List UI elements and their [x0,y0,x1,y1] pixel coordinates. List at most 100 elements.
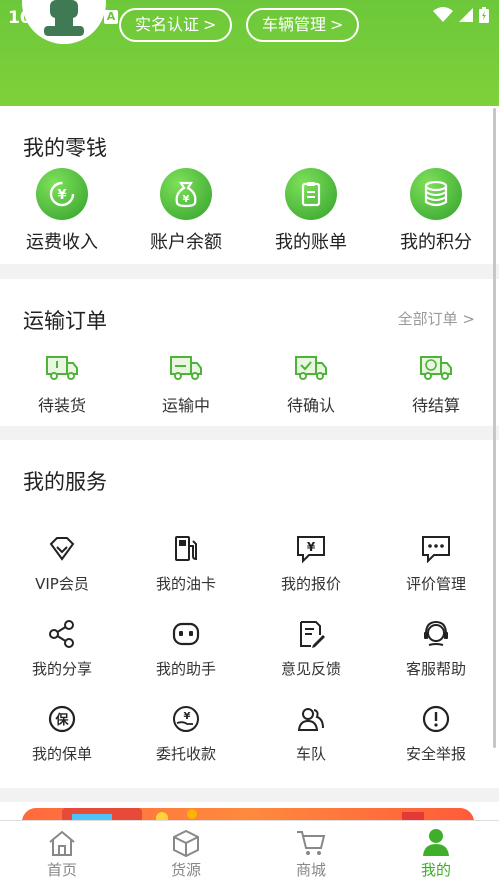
orders-card: 运输订单 全部订单 > 待装货 运输中 待确认 待结算 [0,279,499,426]
battery-icon [479,7,489,23]
service-label: 我的分享 [31,660,92,678]
headset-icon [416,617,456,651]
tab-label: 我的 [420,861,451,879]
service-label: 意见反馈 [280,660,341,678]
order-item-pending-confirm[interactable]: 待确认 [249,351,373,416]
services-title: 我的服务 [23,470,107,494]
svg-text:¥: ¥ [57,188,66,203]
order-item-label: 运输中 [161,396,210,415]
tab-cargo-source[interactable]: 货源 [124,821,248,887]
truck-moving-icon [166,351,206,385]
service-label: 委托收款 [155,745,216,763]
service-label: 我的助手 [155,660,216,678]
wallet-item-balance[interactable]: ¥ 账户余额 [124,168,248,254]
service-vip[interactable]: VIP会员 [0,532,124,594]
service-insurance[interactable]: 保 我的保单 [0,702,124,764]
service-entrusted-collection[interactable]: ¥ 委托收款 [124,702,248,764]
order-item-label: 待结算 [411,396,460,415]
profile-header: 10:5 A 实名认证 > 车辆管理 > [0,0,499,106]
service-fleet[interactable]: 车队 [249,702,373,764]
scrollbar[interactable] [493,108,496,748]
box-icon [124,821,248,857]
status-icons [433,7,489,23]
service-label: 评价管理 [405,575,466,593]
svg-text:¥: ¥ [184,711,191,722]
tab-mine[interactable]: 我的 [374,821,498,887]
service-label: 我的油卡 [155,575,216,593]
service-feedback[interactable]: 意见反馈 [249,617,373,679]
home-icon [0,821,124,857]
orders-title: 运输订单 [23,309,107,333]
svg-text:¥: ¥ [183,194,190,205]
user-icon [374,821,498,857]
cart-icon [249,821,373,857]
signal-icon [459,8,473,22]
order-item-label: 待装货 [37,396,86,415]
svg-text:保: 保 [54,712,69,728]
service-safety-report[interactable]: 安全举报 [374,702,498,764]
feedback-icon [291,617,331,651]
service-customer-help[interactable]: 客服帮助 [374,617,498,679]
service-label: 车队 [295,745,326,763]
truck-load-icon [42,351,82,385]
share-icon [42,617,82,651]
order-item-label: 待确认 [286,396,335,415]
chip-label: 实名认证 [135,15,200,34]
order-item-pending-load[interactable]: 待装货 [0,351,124,416]
chip-label: 车辆管理 [262,15,327,34]
promo-illustration-icon [62,808,424,820]
tab-label: 首页 [46,861,77,879]
insurance-icon: 保 [42,702,82,736]
wallet-item-bill[interactable]: 我的账单 [249,168,373,254]
service-quote[interactable]: ¥ 我的报价 [249,532,373,594]
wifi-icon [433,7,453,22]
service-fuel-card[interactable]: 我的油卡 [124,532,248,594]
order-item-pending-settle[interactable]: 待结算 [374,351,498,416]
assistant-icon [166,617,206,651]
diamond-icon [42,532,82,566]
service-label: 我的保单 [31,745,92,763]
tab-home[interactable]: 首页 [0,821,124,887]
service-label: 我的报价 [280,575,341,593]
truck-check-icon [291,351,331,385]
notification-a-icon: A [104,10,118,24]
promo-banner[interactable] [0,802,499,820]
wallet-card: 我的零钱 ¥ 运费收入 ¥ 账户余额 我的账单 我的积分 [0,106,499,264]
wallet-title: 我的零钱 [23,136,107,160]
wallet-item-label: 运费收入 [26,232,98,253]
wallet-item-label: 我的积分 [400,232,472,253]
alert-icon [416,702,456,736]
tab-label: 货源 [170,861,201,879]
service-label: 安全举报 [405,745,466,763]
wallet-item-label: 我的账单 [275,232,347,253]
coin-stack-icon [410,168,462,220]
hand-yuan-icon: ¥ [166,702,206,736]
all-orders-link[interactable]: 全部订单 > [398,308,475,329]
bottom-tab-bar: 首页 货源 商城 我的 [0,820,499,887]
team-icon [291,702,331,736]
status-time: 10:5 [8,8,51,28]
fuel-pump-icon [166,532,206,566]
wallet-item-freight-income[interactable]: ¥ 运费收入 [0,168,124,254]
service-label: VIP会员 [35,575,89,593]
promo-banner-image [22,808,474,820]
money-bag-icon: ¥ [160,168,212,220]
service-share[interactable]: 我的分享 [0,617,124,679]
chevron-right-icon: > [330,15,344,34]
price-chat-icon: ¥ [291,532,331,566]
real-name-auth-button[interactable]: 实名认证 > [119,8,233,42]
service-label: 客服帮助 [405,660,466,678]
services-card: 我的服务 VIP会员 我的油卡 ¥ 我的报价 评价管理 我的分享 我的助手 意见… [0,440,499,788]
chevron-right-icon: > [203,15,217,34]
service-assistant[interactable]: 我的助手 [124,617,248,679]
comment-icon [416,532,456,566]
svg-text:¥: ¥ [307,540,316,554]
wallet-item-points[interactable]: 我的积分 [374,168,498,254]
wallet-item-label: 账户余额 [150,232,222,253]
clipboard-icon [285,168,337,220]
tab-mall[interactable]: 商城 [249,821,373,887]
order-item-in-transit[interactable]: 运输中 [124,351,248,416]
vehicle-management-button[interactable]: 车辆管理 > [246,8,360,42]
service-review[interactable]: 评价管理 [374,532,498,594]
yuan-arrows-icon: ¥ [36,168,88,220]
